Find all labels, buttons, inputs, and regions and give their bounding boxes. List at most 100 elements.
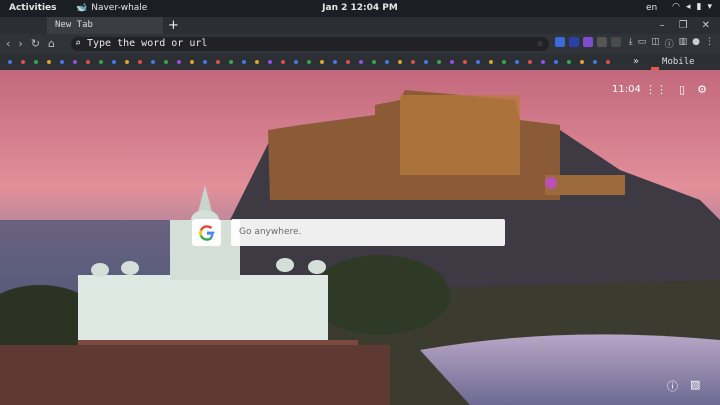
ntp-bottom-controls: ⓘ ▨ [667, 378, 700, 394]
info-icon[interactable]: ⓘ [667, 378, 678, 394]
bookmark-icon[interactable] [151, 60, 155, 64]
bookmark-icon[interactable] [216, 60, 220, 64]
extension-icon[interactable] [597, 37, 607, 47]
extension-icon[interactable] [611, 37, 621, 47]
bookmark-icon[interactable] [177, 60, 181, 64]
search-engine-selector[interactable] [192, 219, 221, 246]
bookmark-icon[interactable] [47, 60, 51, 64]
apps-grid-icon[interactable]: ⋮⋮ [645, 83, 667, 96]
menu-icon[interactable]: ⋮ [705, 37, 714, 50]
bookmark-icon[interactable] [242, 60, 246, 64]
bookmark-icon[interactable] [34, 60, 38, 64]
capture-icon[interactable]: ◫ [651, 37, 660, 50]
bookmark-icon[interactable] [281, 60, 285, 64]
bookmark-icon[interactable]: ▯ [679, 83, 685, 96]
bookmark-icon[interactable] [489, 60, 493, 64]
bookmark-icon[interactable] [86, 60, 90, 64]
address-bar[interactable]: ⌕ Type the word or url ☆ [71, 37, 549, 51]
bookmark-icon[interactable] [567, 60, 571, 64]
info-icon[interactable]: ⓘ [665, 37, 674, 50]
bookmark-icon[interactable] [294, 60, 298, 64]
bookmarks-overflow-button[interactable]: » [633, 54, 639, 70]
bookmark-icon[interactable] [450, 60, 454, 64]
bookmark-icon[interactable] [437, 60, 441, 64]
bookmark-icon[interactable] [125, 60, 129, 64]
language-indicator[interactable]: en [646, 3, 657, 13]
volume-icon: ◂ [685, 2, 691, 12]
bookmark-icon[interactable] [476, 60, 480, 64]
screen-icon[interactable]: ▭ [638, 37, 647, 50]
bookmark-icon[interactable] [164, 60, 168, 64]
search-icon: ⌕ [75, 38, 82, 49]
bookmark-icon[interactable] [190, 60, 194, 64]
bookmark-icon[interactable] [60, 60, 64, 64]
bookmark-icon[interactable] [502, 60, 506, 64]
browser-toolbar: ‹ › ↻ ⌂ ⌕ Type the word or url ☆ ⤓ ▭ ◫ ⓘ… [0, 34, 720, 54]
nav-buttons: ‹ › ↻ ⌂ [6, 34, 55, 54]
bookmark-icon[interactable] [333, 60, 337, 64]
extension-icon[interactable] [569, 37, 579, 47]
image-icon[interactable]: ▨ [690, 378, 700, 394]
ntp-search-input[interactable]: Go anywhere. [231, 219, 505, 246]
bookmark-icon[interactable] [463, 60, 467, 64]
toolbar-right: ⤓ ▭ ◫ ⓘ ▥ ● ⋮ [629, 37, 714, 50]
minimize-icon[interactable]: – [660, 17, 665, 34]
wifi-icon: ◠ [672, 2, 680, 12]
settings-gear-icon[interactable]: ⚙ [697, 83, 707, 96]
bookmark-icon[interactable] [268, 60, 272, 64]
bookmark-icon[interactable] [112, 60, 116, 64]
bookmark-icon[interactable] [515, 60, 519, 64]
bookmark-icon[interactable] [229, 60, 233, 64]
system-tray[interactable]: ◠ ◂ ▮ ▾ [672, 2, 712, 12]
bookmark-icon[interactable] [541, 60, 545, 64]
tab-strip: New Tab + – ❐ ✕ [0, 17, 720, 34]
bookmark-icon[interactable] [593, 60, 597, 64]
bookmark-icon[interactable] [138, 60, 142, 64]
back-icon[interactable]: ‹ [6, 34, 10, 54]
battery-icon: ▮ [696, 2, 702, 12]
address-input[interactable]: Type the word or url [87, 37, 207, 51]
bookmark-icon[interactable] [424, 60, 428, 64]
bookmark-icon[interactable] [255, 60, 259, 64]
forward-icon[interactable]: › [18, 34, 22, 54]
tab-new-tab[interactable]: New Tab [47, 17, 163, 34]
bookmark-icon[interactable] [372, 60, 376, 64]
bookmark-icon[interactable] [606, 60, 610, 64]
bookmark-icon[interactable] [359, 60, 363, 64]
bookmark-icon[interactable] [73, 60, 77, 64]
google-logo-icon [198, 224, 215, 241]
bookmark-icon[interactable] [398, 60, 402, 64]
download-icon[interactable]: ⤓ [629, 37, 633, 50]
bookmark-icon[interactable] [580, 60, 584, 64]
bookmark-icon[interactable] [203, 60, 207, 64]
bookmark-icon[interactable] [8, 60, 12, 64]
bookmark-icon[interactable] [21, 60, 25, 64]
reload-icon[interactable]: ↻ [31, 34, 40, 54]
extensions [555, 37, 621, 47]
bookmark-icon[interactable] [99, 60, 103, 64]
ntp-top-controls: ⋮⋮ ▯ ⚙ [645, 83, 707, 96]
maximize-icon[interactable]: ❐ [679, 17, 688, 34]
extension-icon[interactable] [555, 37, 565, 47]
system-top-bar: Activities 🐋 Naver-whale Jan 2 12:04 PM … [0, 0, 720, 17]
window-controls: – ❐ ✕ [660, 17, 710, 34]
home-icon[interactable]: ⌂ [48, 34, 55, 54]
bookmark-icon[interactable] [346, 60, 350, 64]
bookmark-icon[interactable] [528, 60, 532, 64]
bookmark-icon[interactable] [307, 60, 311, 64]
close-icon[interactable]: ✕ [702, 17, 710, 34]
bookmark-add-icon[interactable]: ☆ [537, 37, 543, 51]
bookmark-icon[interactable] [411, 60, 415, 64]
clock[interactable]: Jan 2 12:04 PM [0, 3, 720, 13]
bookmark-icon[interactable] [385, 60, 389, 64]
extension-icon[interactable] [583, 37, 593, 47]
bookmarks-bar: » Mobile bo... [0, 54, 720, 83]
new-tab-button[interactable]: + [168, 17, 179, 34]
ntp-clock: 11:04 [612, 84, 641, 95]
bookmark-favicons [8, 60, 610, 64]
bookmark-icon[interactable] [320, 60, 324, 64]
bookmark-icon[interactable] [554, 60, 558, 64]
profile-avatar[interactable]: ● [692, 37, 700, 50]
sidebar-icon[interactable]: ▥ [679, 37, 688, 50]
chevron-down-icon: ▾ [707, 2, 712, 12]
